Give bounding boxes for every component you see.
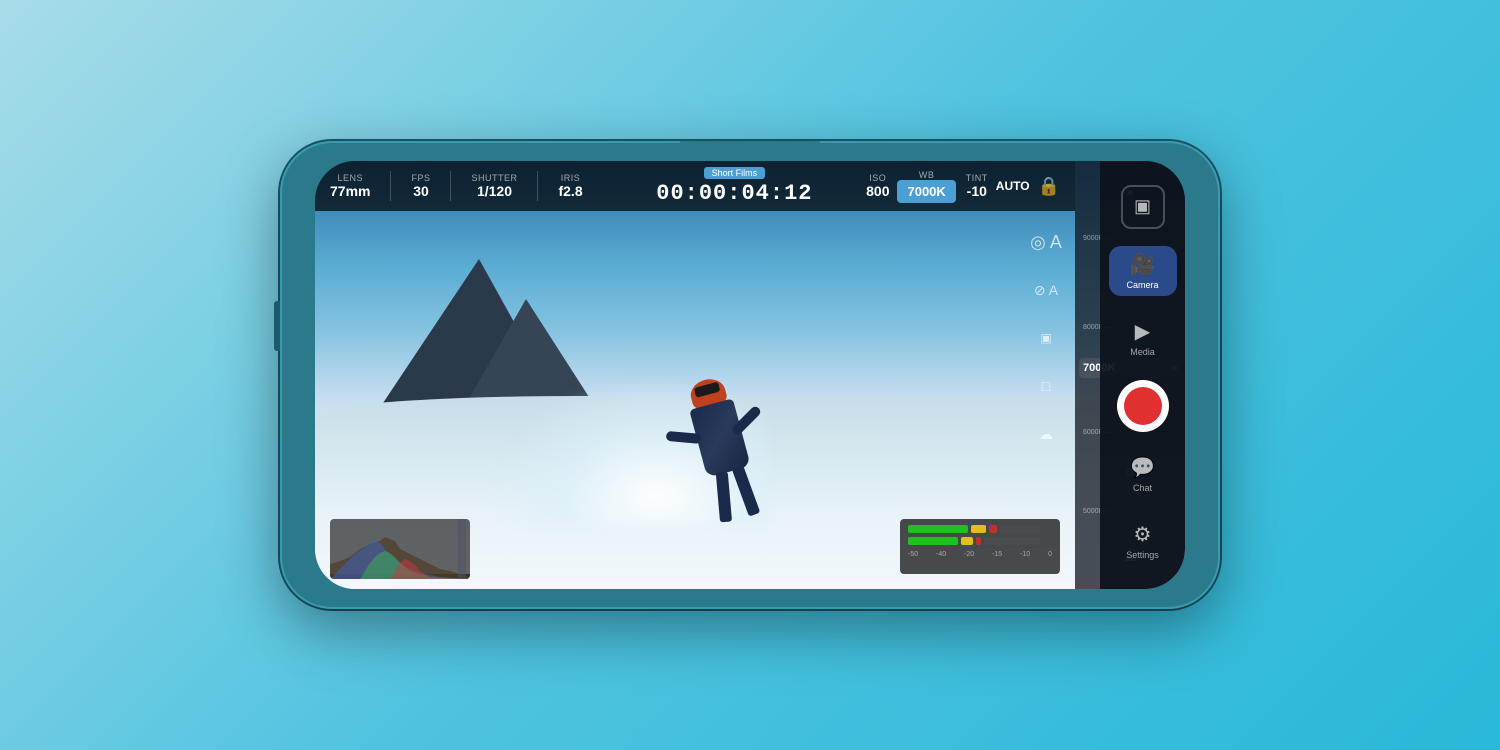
histogram-svg (330, 519, 470, 579)
hud-center: Short Films 00:00:04:12 (603, 167, 867, 206)
cloud-icon: ☁ (1028, 416, 1064, 452)
audio-green-1 (908, 525, 968, 533)
format-icon-button[interactable]: ▣ (1121, 185, 1165, 229)
histogram-widget (330, 519, 470, 579)
hud-auto-label: AUTO (996, 179, 1030, 193)
audio-channel-1 (908, 525, 1052, 533)
skier-arm-left (665, 431, 701, 444)
settings-label: Settings (1126, 550, 1159, 560)
settings-icon: ⚙ (1134, 522, 1152, 547)
exposure-auto-icon[interactable]: ⊘ A (1028, 272, 1064, 308)
hud-wb-container: WB 7000K (897, 170, 955, 203)
skier-body (689, 399, 751, 478)
media-icon: ▶ (1135, 319, 1150, 344)
hud-wb-label: WB (919, 170, 935, 180)
lock-icon: 🔒 (1038, 176, 1060, 197)
audio-scale-10: -10 (1020, 551, 1030, 558)
hud-shutter: SHUTTER 1/120 (471, 173, 517, 199)
record-button-inner (1124, 387, 1162, 425)
audio-channel-2 (908, 537, 1052, 545)
hud-iris-value: f2.8 (558, 183, 582, 199)
camera-label: Camera (1126, 280, 1158, 290)
hud-wb-value: 7000K (897, 180, 955, 203)
hud-lens: LENS 77mm (330, 173, 370, 199)
hud-iris: IRIS f2.8 (558, 173, 582, 199)
bottom-overlay: -50 -40 -20 -15 -10 0 (315, 509, 1075, 589)
chat-icon: 💬 (1130, 455, 1155, 480)
skier-goggles (693, 382, 720, 398)
media-label: Media (1130, 347, 1155, 357)
audio-yellow-2 (961, 537, 973, 545)
hud-iso-label: ISO (869, 173, 886, 183)
skier (620, 223, 820, 503)
hud-divider-2 (450, 171, 451, 201)
camera-icon: 🎥 (1130, 252, 1155, 277)
phone-frame: LENS 77mm FPS 30 SHUTTER 1/120 (280, 141, 1220, 609)
hud-overlay: LENS 77mm FPS 30 SHUTTER 1/120 (315, 161, 1075, 211)
hud-right: ISO 800 WB 7000K TINT -10 (866, 170, 1060, 203)
audio-green-2 (908, 537, 958, 545)
af-icon[interactable]: ◎ A (1028, 224, 1064, 260)
skier-torso (689, 399, 751, 478)
hud-fps: FPS 30 (411, 173, 430, 199)
audio-meter: -50 -40 -20 -15 -10 0 (900, 519, 1060, 574)
hud-iso-value: 800 (866, 183, 889, 199)
audio-yellow-1 (971, 525, 986, 533)
control-icons-column: ◎ A ⊘ A ▣ □ ☁ (1022, 216, 1070, 460)
hud-lens-label: LENS (337, 173, 363, 183)
hud-tint-container: TINT -10 (966, 173, 988, 199)
chat-nav-item[interactable]: 💬 Chat (1109, 449, 1177, 499)
chat-label: Chat (1133, 483, 1152, 493)
hud-iris-label: IRIS (561, 173, 581, 183)
format-icon: ▣ (1134, 196, 1151, 217)
hud-shutter-value: 1/120 (477, 183, 512, 199)
audio-scale: -50 -40 -20 -15 -10 0 (908, 551, 1052, 558)
hud-iso: ISO 800 (866, 173, 889, 199)
hud-lens-value: 77mm (330, 183, 370, 199)
audio-scale-50: -50 (908, 551, 918, 558)
hud-fps-value: 30 (413, 183, 429, 199)
hud-tint-value: -10 (967, 183, 987, 199)
audio-empty-1 (1000, 525, 1040, 533)
hud-divider-1 (390, 171, 391, 201)
sidebar-outer: ▣ 🎥 Camera ▶ Media 💬 Chat (1100, 161, 1185, 589)
phone-screen: LENS 77mm FPS 30 SHUTTER 1/120 (315, 161, 1185, 589)
settings-nav-item[interactable]: ⚙ Settings (1109, 516, 1177, 566)
hud-shutter-label: SHUTTER (471, 173, 517, 183)
hud-preset-label: Short Films (704, 167, 766, 179)
hud-fps-label: FPS (411, 173, 430, 183)
audio-scale-40: -40 (936, 551, 946, 558)
audio-empty-2 (984, 537, 1040, 545)
phone-wrapper: LENS 77mm FPS 30 SHUTTER 1/120 (270, 130, 1230, 620)
audio-red-2 (976, 537, 981, 545)
audio-red-1 (989, 525, 997, 533)
audio-scale-15: -15 (992, 551, 1002, 558)
frame-icon: □ (1028, 368, 1064, 404)
hud-divider-3 (537, 171, 538, 201)
battery-icon: ▣ (1028, 320, 1064, 356)
hud-timecode: 00:00:04:12 (656, 181, 812, 206)
hud-wb-group: WB 7000K TINT -10 (897, 170, 987, 203)
audio-scale-0: 0 (1048, 551, 1052, 558)
viewfinder[interactable]: LENS 77mm FPS 30 SHUTTER 1/120 (315, 161, 1185, 589)
camera-nav-item[interactable]: 🎥 Camera (1109, 246, 1177, 296)
skier-arm-right (730, 405, 762, 437)
hud-tint-label: TINT (966, 173, 988, 183)
audio-scale-20: -20 (964, 551, 974, 558)
media-nav-item[interactable]: ▶ Media (1109, 313, 1177, 363)
record-button[interactable] (1117, 380, 1169, 432)
